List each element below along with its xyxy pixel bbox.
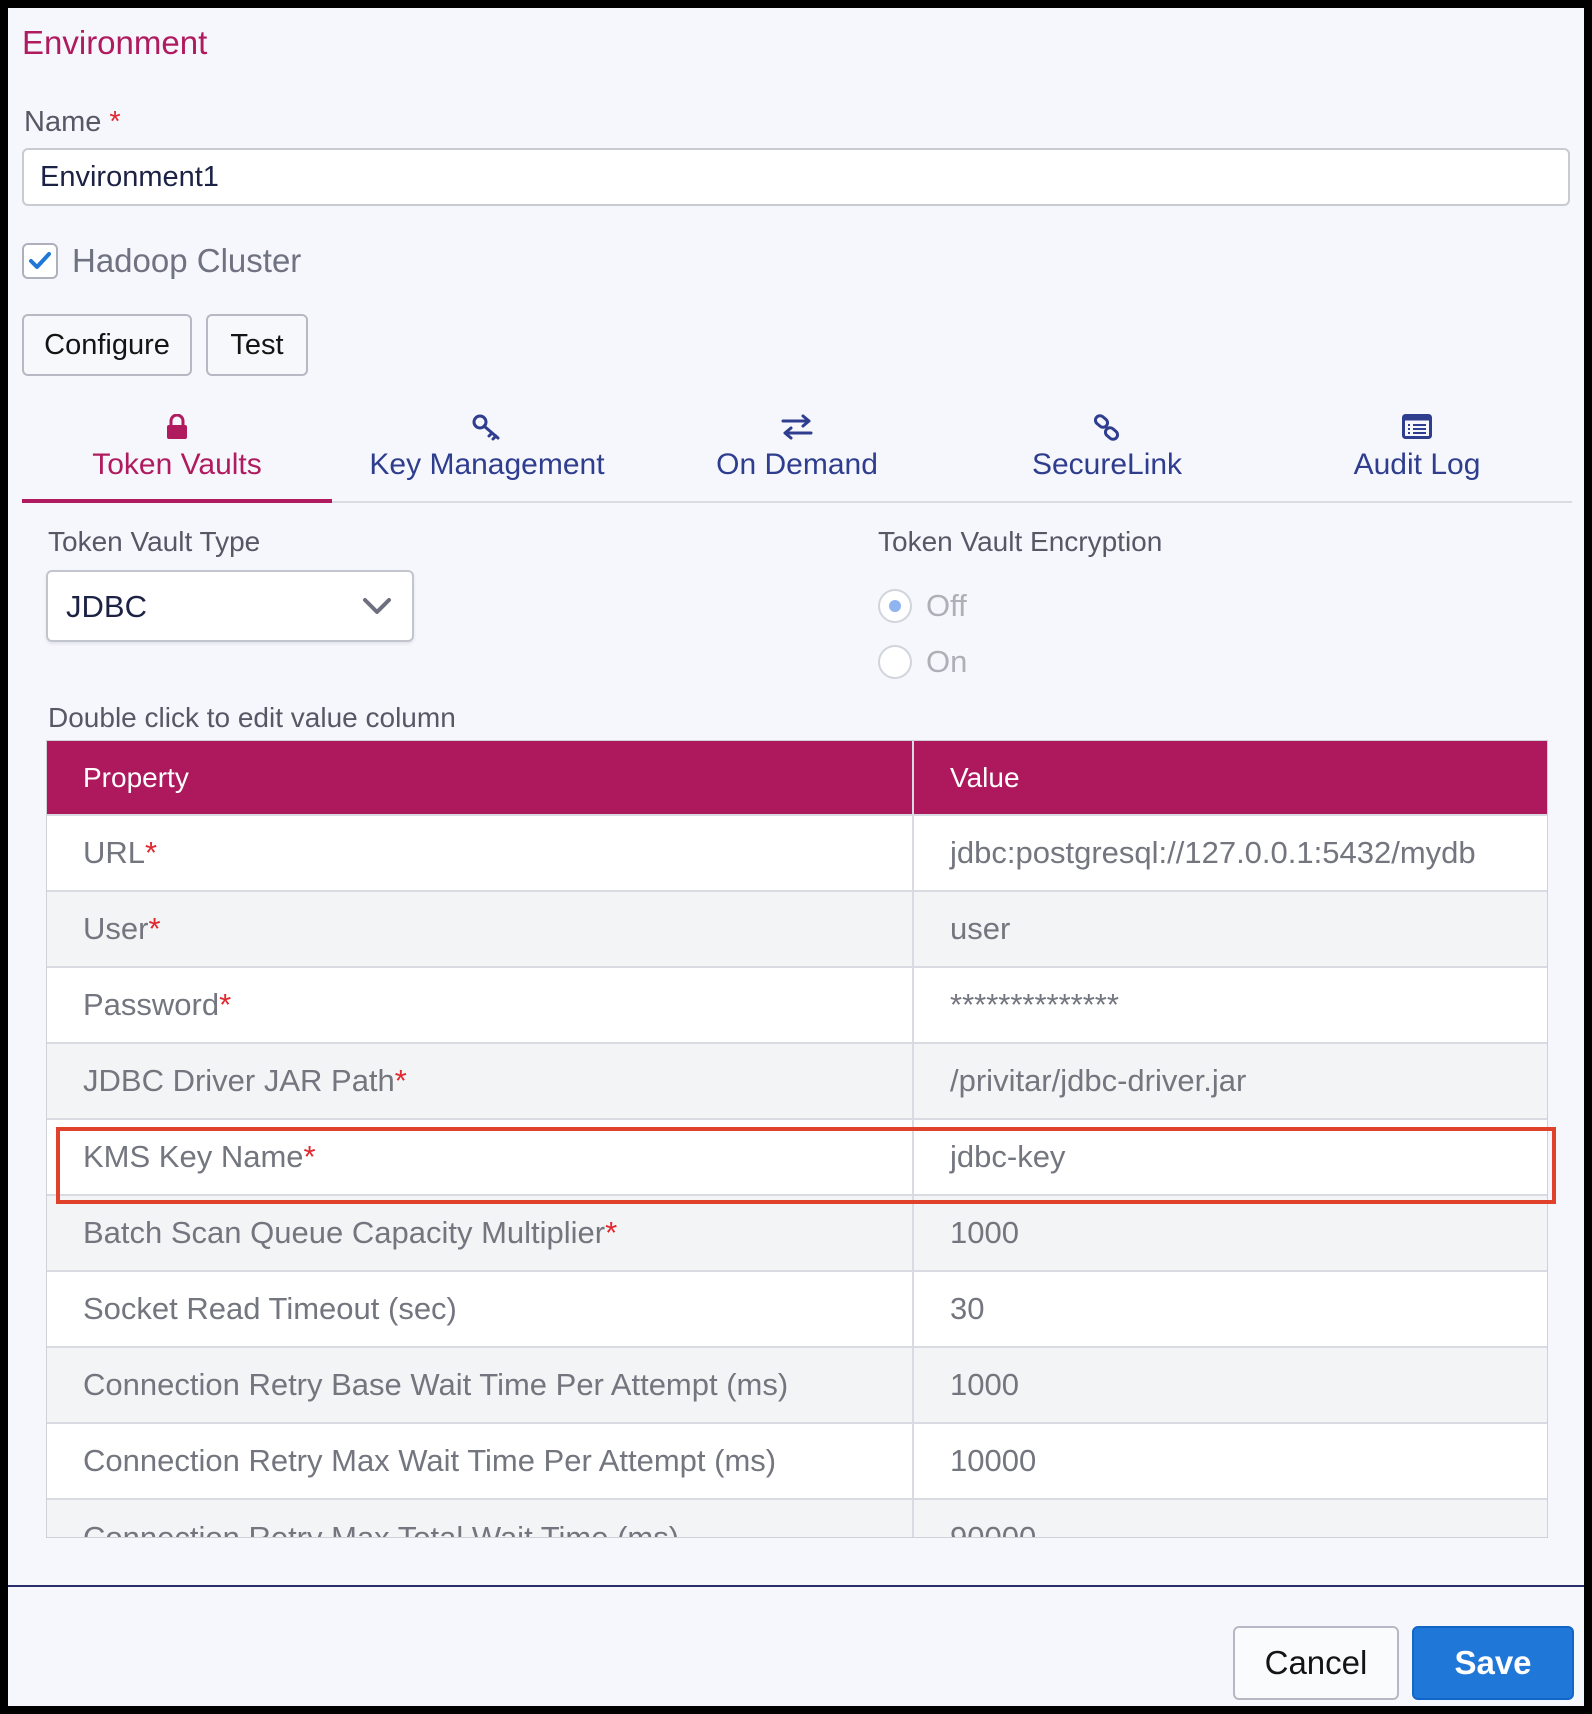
checkmark-icon (29, 252, 51, 269)
value-cell[interactable]: 30 (912, 1270, 1547, 1347)
value-cell[interactable]: /privitar/jdbc-driver.jar (912, 1042, 1547, 1119)
property-name: Connection Retry Max Wait Time Per Attem… (83, 1443, 777, 1478)
required-asterisk: * (219, 987, 232, 1022)
property-cell: JDBC Driver JAR Path* (47, 1042, 913, 1119)
property-name: User (83, 911, 149, 946)
configure-button[interactable]: Configure (22, 314, 192, 376)
encryption-option-on[interactable]: On (878, 644, 967, 680)
dialog-title: Environment (22, 24, 208, 61)
property-name: Batch Scan Queue Capacity Multiplier (83, 1215, 606, 1250)
value-cell[interactable]: ************** (912, 966, 1547, 1043)
value-cell[interactable]: jdbc-key (912, 1118, 1547, 1195)
property-cell: Connection Retry Max Total Wait Time (ms… (47, 1498, 913, 1538)
required-asterisk: * (148, 911, 161, 946)
radio-off[interactable] (878, 589, 912, 623)
table-row[interactable]: URL* jdbc:postgresql://127.0.0.1:5432/myd… (47, 814, 1547, 891)
value-cell[interactable]: 10000 (912, 1422, 1547, 1499)
table-row[interactable]: Password* ************** (47, 966, 1547, 1043)
tab-label: On Demand (716, 448, 878, 481)
property-cell: KMS Key Name* (47, 1118, 913, 1195)
save-button[interactable]: Save (1412, 1626, 1574, 1700)
property-cell: Batch Scan Queue Capacity Multiplier* (47, 1194, 913, 1271)
link-icon (1093, 414, 1120, 441)
property-cell: URL* (47, 814, 913, 891)
tab-label: SecureLink (1031, 448, 1183, 481)
required-asterisk: * (303, 1139, 316, 1174)
list-icon (1402, 414, 1432, 439)
column-header-property[interactable]: Property (47, 741, 913, 815)
table-row[interactable]: JDBC Driver JAR Path*/privitar/jdbc-driv… (47, 1042, 1547, 1119)
table-row[interactable]: Connection Retry Base Wait Time Per Atte… (47, 1346, 1547, 1423)
value-cell[interactable]: 90000 (912, 1498, 1547, 1537)
table-row[interactable]: KMS Key Name* jdbc-key (47, 1118, 1547, 1195)
table-row[interactable]: Batch Scan Queue Capacity Multiplier* 100… (47, 1194, 1547, 1271)
value-cell[interactable]: 1000 (912, 1346, 1547, 1423)
property-cell: User* (47, 890, 913, 967)
name-label-text: Name (24, 106, 102, 138)
environment-dialog: Environment Name * Hadoop Cluster Config… (8, 8, 1584, 1706)
property-cell: Connection Retry Base Wait Time Per Atte… (47, 1346, 913, 1423)
required-asterisk: * (605, 1215, 618, 1250)
tab-securelink[interactable]: SecureLink (952, 406, 1262, 501)
required-asterisk: * (145, 835, 158, 870)
tab-label: Key Management (369, 448, 605, 481)
column-header-value[interactable]: Value (912, 741, 1547, 815)
property-cell: Password* (47, 966, 913, 1043)
property-name: KMS Key Name (83, 1139, 304, 1174)
test-button[interactable]: Test (206, 314, 308, 376)
chevron-down-icon (363, 598, 391, 614)
tab-on-demand[interactable]: On Demand (642, 406, 952, 501)
tab-audit-log[interactable]: Audit Log (1262, 406, 1572, 501)
radio-on-label: On (926, 644, 968, 679)
tab-token-vaults[interactable]: Token Vaults (22, 406, 332, 503)
value-cell[interactable]: jdbc:postgresql://127.0.0.1:5432/mydb (912, 814, 1547, 891)
token-vault-type-label: Token Vault Type (48, 526, 261, 557)
properties-table[interactable]: Property Value URL* jdbc:postgresql://127… (46, 740, 1548, 1538)
tab-label: Token Vaults (92, 448, 262, 481)
property-name: JDBC Driver JAR Path (83, 1063, 395, 1098)
tab-label: Audit Log (1353, 448, 1481, 481)
hadoop-cluster-label[interactable]: Hadoop Cluster (72, 242, 301, 280)
property-name: Connection Retry Max Total Wait Time (ms… (83, 1519, 680, 1538)
hadoop-cluster-checkbox[interactable] (22, 243, 58, 279)
radio-on[interactable] (878, 645, 912, 679)
encryption-option-off[interactable]: Off (878, 588, 967, 624)
property-name: Connection Retry Base Wait Time Per Atte… (83, 1367, 789, 1402)
property-cell: Connection Retry Max Wait Time Per Attem… (47, 1422, 913, 1499)
name-input[interactable] (22, 148, 1570, 206)
tab-bar: Token Vaults Key Management On Demand Se… (22, 406, 1572, 503)
tab-key-management[interactable]: Key Management (332, 406, 642, 501)
key-icon (472, 414, 500, 441)
cancel-button[interactable]: Cancel (1233, 1626, 1399, 1700)
value-cell[interactable]: 1000 (912, 1194, 1547, 1271)
property-name: Socket Read Timeout (sec) (83, 1291, 457, 1326)
property-name: Password (83, 987, 220, 1022)
arrows-exchange-icon (781, 414, 813, 440)
table-hint: Double click to edit value column (48, 702, 456, 733)
table-row[interactable]: Connection Retry Max Wait Time Per Attem… (47, 1422, 1547, 1499)
property-cell: Socket Read Timeout (sec) (47, 1270, 913, 1347)
token-vault-type-select[interactable]: JDBC (46, 570, 414, 642)
property-name: URL (83, 835, 146, 870)
token-vault-type-value: JDBC (66, 589, 147, 624)
lock-icon (167, 414, 187, 439)
radio-off-label: Off (926, 588, 967, 623)
table-row[interactable]: Socket Read Timeout (sec) 30 (47, 1270, 1547, 1347)
table-row[interactable]: Connection Retry Max Total Wait Time (ms… (47, 1498, 1547, 1538)
required-asterisk: * (394, 1063, 407, 1098)
name-label: Name * (24, 106, 121, 139)
table-row[interactable]: User* user (47, 890, 1547, 967)
footer-divider (8, 1585, 1584, 1587)
value-cell[interactable]: user (912, 890, 1547, 967)
token-vault-encryption-label: Token Vault Encryption (878, 526, 1163, 557)
required-asterisk: * (109, 106, 121, 138)
